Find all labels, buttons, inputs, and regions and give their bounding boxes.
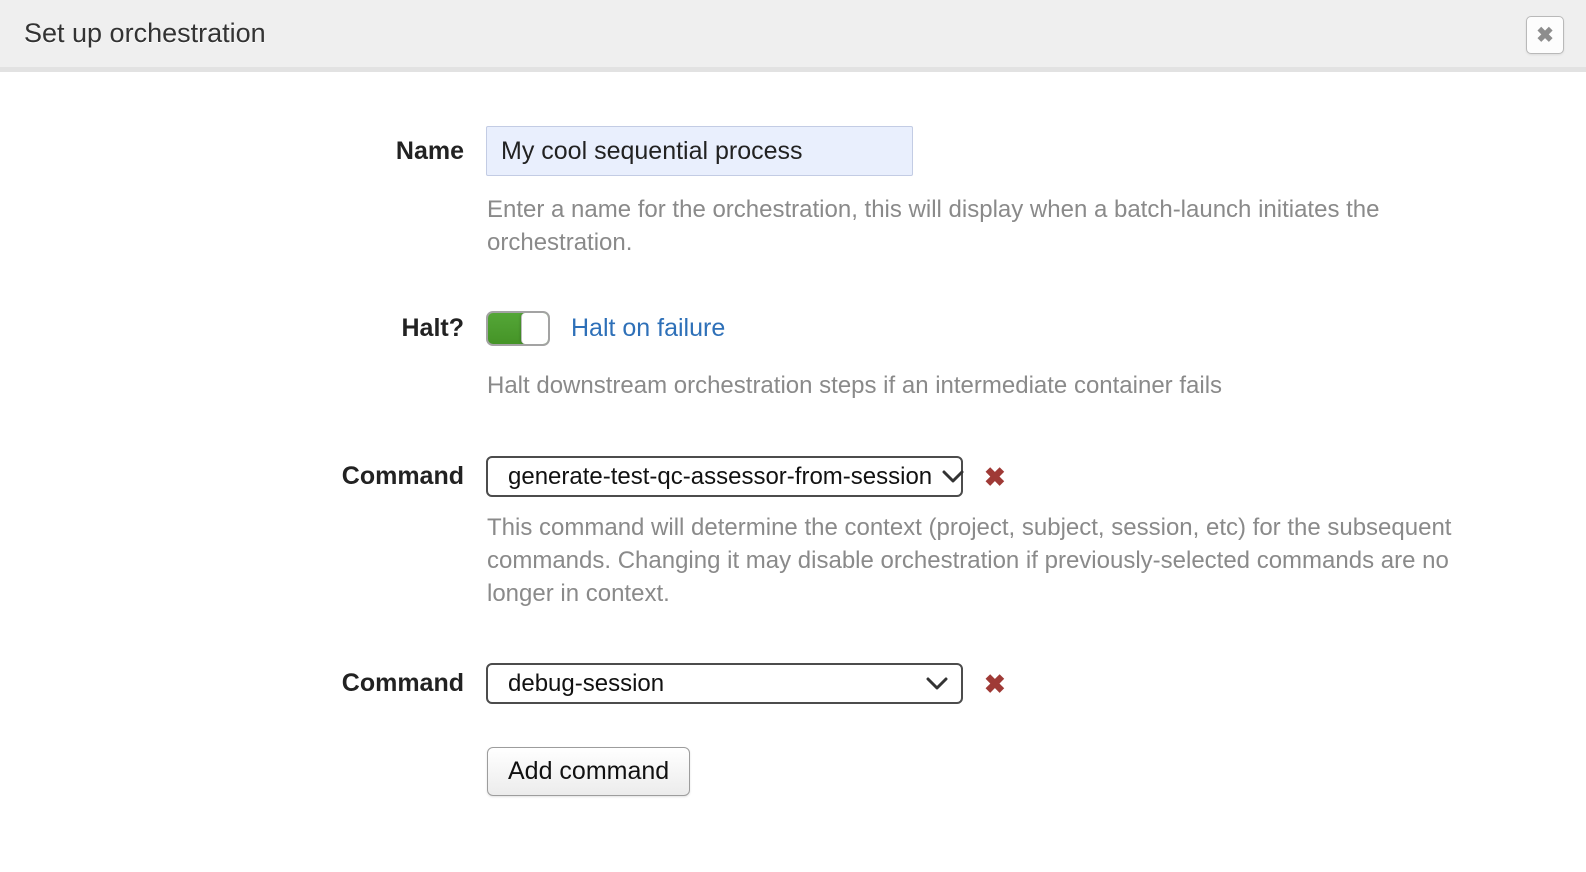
command-help-text: This command will determine the context … — [487, 511, 1472, 610]
close-button[interactable]: ✖ — [1526, 16, 1564, 54]
command-select-value: generate-test-qc-assessor-from-session — [508, 463, 932, 491]
add-command-button[interactable]: Add command — [487, 747, 690, 796]
name-help-text: Enter a name for the orchestration, this… — [487, 193, 1472, 259]
halt-toggle[interactable] — [486, 311, 550, 346]
page-title: Set up orchestration — [24, 18, 266, 49]
chevron-down-icon — [926, 677, 948, 691]
name-row: Name — [0, 126, 1586, 176]
name-label: Name — [0, 137, 464, 166]
command-select-value: debug-session — [508, 670, 664, 698]
add-command-row: Add command — [487, 747, 1586, 796]
close-icon: ✖ — [1536, 25, 1554, 46]
halt-on-failure-link[interactable]: Halt on failure — [571, 314, 725, 343]
remove-command-icon[interactable]: ✖ — [984, 464, 1006, 490]
orchestration-form: Name Enter a name for the orchestration,… — [0, 72, 1586, 796]
modal-header: Set up orchestration ✖ — [0, 0, 1586, 72]
halt-toggle-knob — [521, 313, 548, 344]
halt-help-text: Halt downstream orchestration steps if a… — [487, 369, 1472, 402]
name-input[interactable] — [486, 126, 913, 176]
setup-orchestration-modal: Set up orchestration ✖ Name Enter a name… — [0, 0, 1586, 796]
command-label: Command — [0, 669, 464, 698]
command-label: Command — [0, 462, 464, 491]
remove-command-icon[interactable]: ✖ — [984, 671, 1006, 697]
chevron-down-icon — [942, 470, 964, 484]
command-row: Command debug-session ✖ — [0, 663, 1586, 704]
command-select[interactable]: debug-session — [486, 663, 963, 704]
command-row: Command generate-test-qc-assessor-from-s… — [0, 456, 1586, 497]
halt-label: Halt? — [0, 314, 464, 343]
halt-row: Halt? Halt on failure — [0, 311, 1586, 346]
command-select[interactable]: generate-test-qc-assessor-from-session — [486, 456, 963, 497]
